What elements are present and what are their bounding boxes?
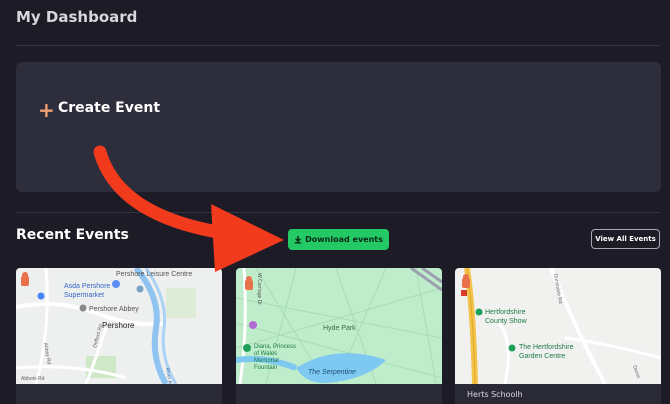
- map-label-road: Abbots Rd: [21, 376, 45, 382]
- map-label-road: W Carriage Dr: [256, 273, 262, 305]
- download-events-label: Download events: [305, 235, 383, 244]
- map-label-park: Hyde Park: [323, 325, 356, 332]
- event-map: W Carriage Dr Hyde Park Diana, Princess …: [236, 268, 442, 384]
- map-label-poi: County Show: [485, 318, 528, 325]
- map-label-poi: Pershore Abbey: [89, 306, 139, 313]
- plus-icon: +: [38, 98, 55, 122]
- event-card-title: Herts Schoolh: [467, 390, 523, 399]
- map-label-poi: Memorial: [254, 358, 279, 364]
- event-map: Pershore Leisure Centre Asda Pershore Su…: [16, 268, 222, 384]
- view-all-events-button[interactable]: View All Events: [591, 229, 660, 249]
- map-label-poi: Garden Centre: [519, 353, 565, 360]
- create-event-label: Create Event: [58, 100, 161, 116]
- divider: [16, 212, 660, 213]
- divider: [16, 45, 660, 46]
- map-label-poi: Supermarket: [64, 292, 104, 299]
- map-label-lake: The Serpentine: [308, 369, 356, 376]
- event-card[interactable]: Dunstable Rd Hertfordshire County Show T…: [455, 268, 661, 404]
- event-card[interactable]: Pershore Leisure Centre Asda Pershore Su…: [16, 268, 222, 404]
- download-events-button[interactable]: Download events: [288, 229, 389, 250]
- map-label-poi: Diana, Princess: [254, 344, 296, 350]
- map-label-poi: Pershore Leisure Centre: [116, 271, 192, 278]
- map-label-town: Pershore: [102, 321, 135, 330]
- map-label-poi: Hertfordshire: [485, 309, 526, 316]
- event-card-footer: Herts Schoolh: [455, 384, 661, 404]
- event-map: Dunstable Rd Hertfordshire County Show T…: [455, 268, 661, 384]
- event-card-footer: [236, 384, 442, 404]
- map-label-poi: Asda Pershore: [64, 283, 110, 290]
- map-label-poi: The Hertfordshire: [519, 344, 574, 351]
- map-label-poi: of Wales: [254, 351, 277, 357]
- page-title: My Dashboard: [16, 8, 138, 26]
- create-event-card[interactable]: + Create Event: [16, 62, 661, 192]
- event-card-footer: [16, 384, 222, 404]
- event-card[interactable]: W Carriage Dr Hyde Park Diana, Princess …: [236, 268, 442, 404]
- map-label-poi: Fountain: [254, 365, 277, 371]
- recent-events-title: Recent Events: [16, 227, 129, 243]
- download-icon: [294, 235, 302, 244]
